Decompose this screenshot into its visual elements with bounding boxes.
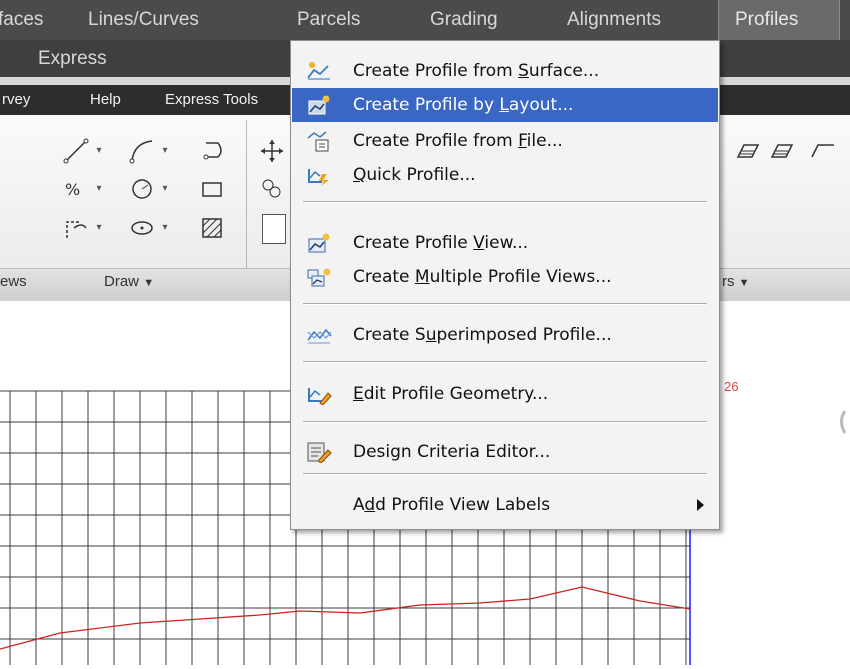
menu-alignments[interactable]: Alignments	[567, 0, 661, 40]
menu-item-create-profile-from-surface[interactable]: Create Profile from Surface...	[292, 54, 718, 88]
chevron-down-icon: ▼	[143, 277, 155, 289]
hatch-icon[interactable]	[198, 214, 226, 242]
layer-tool-2-icon[interactable]	[768, 137, 796, 165]
submenu-arrow-icon	[697, 499, 704, 511]
menu-profiles[interactable]: Profiles	[718, 0, 840, 40]
menu-express[interactable]: Express	[38, 40, 107, 77]
menu-survey[interactable]: rvey	[2, 85, 30, 115]
profile-from-file-icon	[306, 130, 332, 152]
menu-item-edit-profile-geometry[interactable]: Edit Profile Geometry...	[292, 377, 718, 411]
chevron-down-icon: ▼	[738, 277, 750, 289]
menu-item-create-multiple-profile-views[interactable]: Create Multiple Profile Views...	[292, 260, 718, 294]
copy-icon[interactable]	[258, 175, 286, 203]
menu-separator	[303, 473, 707, 475]
menu-surfaces[interactable]: faces	[0, 0, 43, 40]
circle-icon[interactable]	[128, 175, 156, 203]
profile-by-layout-icon	[306, 94, 332, 116]
menu-separator	[303, 303, 707, 305]
circle-dropdown-icon[interactable]: ▾	[158, 175, 172, 203]
main-menubar: faces Lines/Curves Parcels Grading Align…	[0, 0, 850, 40]
panel-label-views[interactable]: ews	[0, 273, 27, 290]
menu-help[interactable]: Help	[90, 85, 121, 115]
menu-item-create-profile-by-layout[interactable]: Create Profile by Layout...	[292, 88, 718, 122]
panel-label-draw[interactable]: Draw ▼	[104, 273, 154, 290]
region-dropdown-icon[interactable]: ▾	[92, 214, 106, 242]
move-icon[interactable]	[258, 137, 286, 165]
menu-lines-curves[interactable]: Lines/Curves	[88, 0, 199, 40]
menu-item-quick-profile[interactable]: Quick Profile...	[292, 158, 718, 192]
menu-item-create-profile-view[interactable]: Create Profile View...	[292, 226, 718, 260]
profile-line	[0, 586, 691, 650]
design-criteria-editor-icon	[306, 441, 332, 464]
ellipse-icon[interactable]	[128, 214, 156, 242]
profile-from-surface-icon	[306, 60, 332, 82]
edit-profile-geometry-icon	[306, 383, 332, 406]
multiple-profile-views-icon	[306, 266, 332, 288]
ellipse-dropdown-icon[interactable]: ▾	[158, 214, 172, 242]
polyline-icon[interactable]	[128, 137, 156, 165]
fillet-dropdown-icon[interactable]: ▾	[92, 175, 106, 203]
layer-tool-icon[interactable]	[734, 137, 762, 165]
fillet-icon[interactable]: %	[62, 175, 90, 203]
profiles-dropdown-menu: Create Profile from Surface... Create Pr…	[290, 40, 720, 530]
station-annotation: 26	[724, 379, 738, 394]
spline-icon[interactable]	[198, 137, 226, 165]
quick-profile-icon	[306, 164, 332, 186]
menu-item-add-profile-view-labels[interactable]: Add Profile View Labels	[292, 488, 718, 522]
region-icon[interactable]	[62, 214, 90, 242]
polyline-dropdown-icon[interactable]: ▾	[158, 137, 172, 165]
menu-grading[interactable]: Grading	[430, 0, 498, 40]
rectangle-icon[interactable]	[198, 175, 226, 203]
menu-separator	[303, 421, 707, 423]
menu-item-create-superimposed-profile[interactable]: Create Superimposed Profile...	[292, 318, 718, 352]
svg-text:%: %	[65, 180, 80, 199]
menu-express-tools[interactable]: Express Tools	[165, 85, 258, 115]
stretch-icon[interactable]	[262, 214, 286, 244]
menu-separator	[303, 361, 707, 363]
profile-view-icon	[306, 232, 332, 254]
line-dropdown-icon[interactable]: ▾	[92, 137, 106, 165]
menu-item-create-profile-from-file[interactable]: Create Profile from File...	[292, 124, 718, 158]
line-icon[interactable]	[62, 137, 90, 165]
menu-parcels[interactable]: Parcels	[297, 0, 360, 40]
menu-separator	[303, 201, 707, 203]
menu-item-design-criteria-editor[interactable]: Design Criteria Editor...	[292, 435, 718, 469]
panel-label-layers[interactable]: rs ▼	[722, 273, 750, 290]
layer-tool-3-icon[interactable]	[806, 137, 834, 165]
superimposed-profile-icon	[306, 324, 332, 346]
